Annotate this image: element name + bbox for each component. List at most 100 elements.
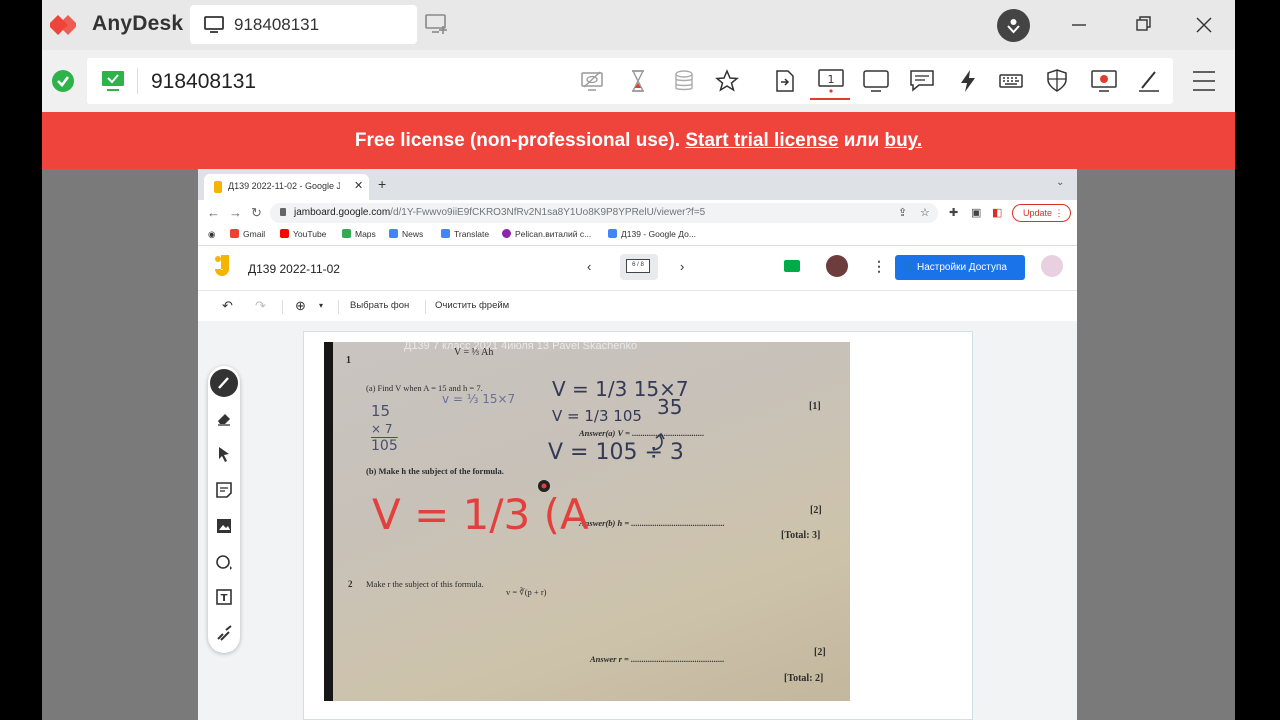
minimize-icon[interactable] xyxy=(1071,13,1087,37)
database-icon[interactable] xyxy=(672,69,696,93)
more-options-icon[interactable]: ⋮ xyxy=(872,258,886,275)
hourglass-icon[interactable] xyxy=(626,69,650,93)
bookmarks-bar: ◉ Gmail YouTube Maps News Translate Peli… xyxy=(198,226,1077,246)
q2-text: Make r the subject of this formula. xyxy=(366,579,484,589)
start-trial-link[interactable]: Start trial license xyxy=(685,130,838,151)
clear-frame-button[interactable]: Очистить фрейм xyxy=(435,300,509,311)
download-button[interactable] xyxy=(997,9,1030,42)
undo-icon[interactable]: ↶ xyxy=(222,298,233,314)
previous-frame-icon[interactable]: ‹ xyxy=(587,259,591,274)
restore-icon[interactable] xyxy=(1135,13,1151,37)
browser-tab-strip: Д139 2022-11-02 - Google Jamboard ✕ + ⌄ xyxy=(198,169,1077,200)
q2-marks: [2] xyxy=(814,647,826,658)
privacy-mode-icon[interactable] xyxy=(580,69,604,93)
image-icon[interactable] xyxy=(215,517,233,535)
close-icon[interactable] xyxy=(1196,13,1212,37)
bookmark-star-icon[interactable]: ☆ xyxy=(920,206,930,219)
new-session-icon[interactable] xyxy=(425,13,449,35)
browser-update-button[interactable]: Update ⋮ xyxy=(1012,204,1071,222)
bookmark-pelican[interactable]: Pelican.виталий с... xyxy=(502,229,591,239)
handwriting-105: 105 xyxy=(371,438,398,454)
pen-tool-icon[interactable] xyxy=(209,368,239,398)
svg-text:1: 1 xyxy=(828,73,835,86)
handwriting-x7: × 7 xyxy=(371,422,393,436)
q1b-answer-line: Answer(b) h = ..........................… xyxy=(579,518,725,528)
tab-search-chevron-icon[interactable]: ⌄ xyxy=(1056,177,1064,188)
menu-hamburger-icon[interactable] xyxy=(1192,70,1216,92)
handwriting-mid-formula: v = ⅓ 15×7 xyxy=(442,392,516,406)
new-tab-icon[interactable]: + xyxy=(378,176,386,192)
display-select-icon[interactable]: 1 xyxy=(818,69,844,93)
bookmark-news[interactable]: News xyxy=(389,229,423,239)
frame-bar-toggle[interactable]: 6 / 8 xyxy=(620,254,658,280)
laser-icon[interactable] xyxy=(215,624,233,642)
url-host: jamboard.google.com xyxy=(294,207,391,218)
account-avatar[interactable] xyxy=(1041,255,1063,277)
person-icon: 👤 xyxy=(903,262,916,273)
record-session-icon[interactable] xyxy=(1091,69,1117,93)
banner-or: или xyxy=(843,130,880,151)
session-tab[interactable]: 918408131 xyxy=(190,5,417,44)
share-settings-button[interactable]: 👤 Настройки Доступа xyxy=(895,255,1025,280)
favorite-star-icon[interactable] xyxy=(715,69,739,93)
sticky-note-icon[interactable] xyxy=(215,481,233,499)
remote-desktop-view[interactable]: Д139 2022-11-02 - Google Jamboard ✕ + ⌄ … xyxy=(42,169,1235,720)
ink-result: V = 105 ÷ 3 xyxy=(548,440,684,465)
keyboard-icon[interactable] xyxy=(999,69,1023,93)
file-transfer-icon[interactable] xyxy=(774,69,796,93)
side-panel-icon[interactable]: ▣ xyxy=(971,206,981,219)
next-frame-icon[interactable]: › xyxy=(680,259,684,274)
q1-formula: V = ⅓ Ah xyxy=(454,347,494,358)
drawing-tools-sidebar: T xyxy=(208,366,240,653)
jamboard-canvas[interactable]: T Д139 7 класс 2021 4июля 13 Pavel Skach… xyxy=(198,321,1077,720)
jamboard-header: Д139 2022-11-02 ‹ 6 / 8 › ⋮ 👤 Настройки … xyxy=(198,246,1077,291)
circle-shape-icon[interactable] xyxy=(215,553,233,571)
extensions-puzzle-icon[interactable]: ✚ xyxy=(949,206,958,219)
q1-total: [Total: 3] xyxy=(781,530,821,541)
chat-icon[interactable] xyxy=(909,69,935,93)
browser-tab[interactable]: Д139 2022-11-02 - Google Jamboard ✕ xyxy=(204,174,369,200)
bookmark-gmail[interactable]: Gmail xyxy=(230,229,265,239)
extension-red-icon[interactable]: ◧ xyxy=(992,206,1002,219)
zoom-icon[interactable]: ⊕ xyxy=(295,298,306,314)
zoom-dropdown-icon[interactable]: ▾ xyxy=(319,301,323,310)
download-icon xyxy=(1007,19,1020,34)
forward-icon[interactable]: → xyxy=(229,205,242,220)
text-box-icon[interactable]: T xyxy=(215,588,233,606)
q1b-text: (b) Make h the subject of the formula. xyxy=(366,466,504,476)
whiteboard-pen-icon[interactable] xyxy=(1137,69,1161,93)
jamboard-favicon-icon xyxy=(214,181,222,193)
permissions-shield-icon[interactable] xyxy=(1045,69,1069,93)
ink-red-formula: V = 1/3 (A xyxy=(372,490,589,539)
meet-icon[interactable] xyxy=(784,260,800,272)
buy-link[interactable]: buy. xyxy=(884,130,922,151)
q2-number: 2 xyxy=(348,579,353,589)
url-path: /d/1Y-Fwwvo9iiE9fCKRO3NfRv2N1sa8Y1Uo8K9P… xyxy=(390,207,706,218)
bookmark-translate[interactable]: Translate xyxy=(441,229,489,239)
svg-text:T: T xyxy=(221,593,228,604)
view-mode-icon[interactable] xyxy=(863,69,889,93)
jam-title[interactable]: Д139 2022-11-02 xyxy=(248,262,340,276)
collaborator-avatar[interactable] xyxy=(826,255,848,277)
overlay-caption: Д139 7 класс 2021 4июля 13 Pavel Skachen… xyxy=(404,342,638,352)
share-icon[interactable]: ⇪ xyxy=(898,206,907,219)
globe-icon[interactable]: ◉ xyxy=(208,229,215,240)
eraser-icon[interactable] xyxy=(215,409,233,427)
bookmark-google-doc[interactable]: Д139 - Google До... xyxy=(608,229,696,239)
address-bar[interactable]: jamboard.google.com/d/1Y-Fwwvo9iiE9fCKRO… xyxy=(270,203,938,223)
redo-icon[interactable]: ↷ xyxy=(255,298,266,314)
actions-lightning-icon[interactable] xyxy=(958,69,978,93)
back-icon[interactable]: ← xyxy=(207,205,220,220)
anydesk-window: AnyDesk 918408131 918408131 1 Free licen… xyxy=(42,0,1235,720)
select-arrow-icon[interactable] xyxy=(215,445,233,463)
set-background-button[interactable]: Выбрать фон xyxy=(350,300,409,311)
bookmark-youtube[interactable]: YouTube xyxy=(280,229,326,239)
anydesk-logo-icon xyxy=(50,15,76,35)
app-title: AnyDesk xyxy=(92,12,184,35)
title-bar: AnyDesk 918408131 xyxy=(42,0,1235,50)
bookmark-maps[interactable]: Maps xyxy=(342,229,376,239)
jam-frame[interactable]: Д139 7 класс 2021 4июля 13 Pavel Skachen… xyxy=(303,331,973,720)
reload-icon[interactable]: ↻ xyxy=(251,205,262,221)
tab-close-icon[interactable]: ✕ xyxy=(354,179,363,192)
license-banner: Free license (non-professional use). Sta… xyxy=(42,112,1235,169)
